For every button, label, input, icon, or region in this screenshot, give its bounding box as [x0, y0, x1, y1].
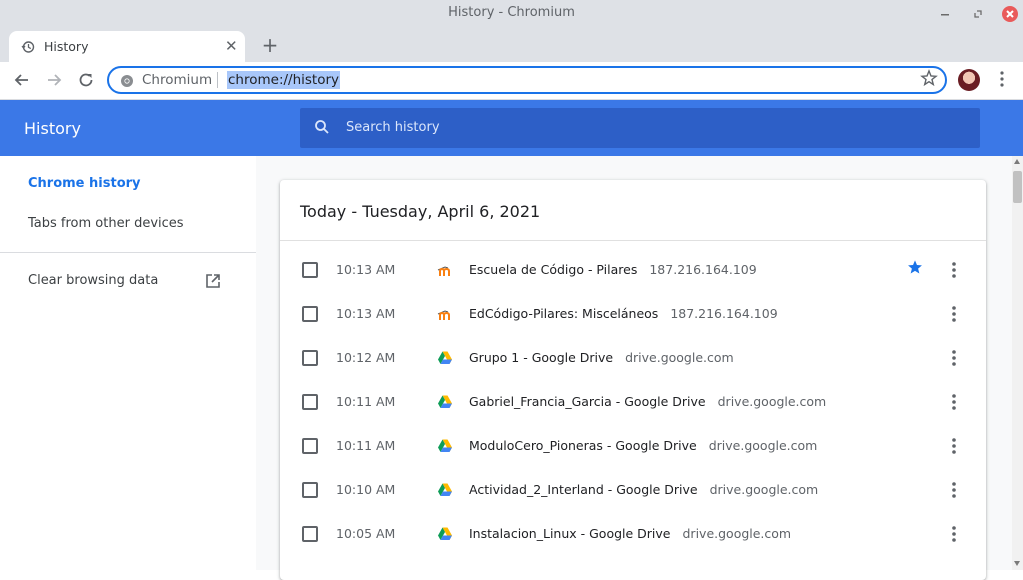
row-time: 10:10 AM [336, 482, 396, 497]
browser-toolbar: Chromium chrome://history [0, 62, 1023, 100]
history-row[interactable]: 10:05 AM Instalacion_Linux - Google Driv… [280, 512, 986, 556]
row-time: 10:11 AM [336, 394, 396, 409]
sidebar-item-chrome-history[interactable]: Chrome history [28, 176, 141, 191]
row-domain: 187.216.164.109 [670, 306, 778, 321]
history-sidebar: Chrome history Tabs from other devices C… [0, 156, 256, 570]
row-title-line[interactable]: ModuloCero_Pioneras - Google Drive drive.… [469, 438, 817, 453]
restore-icon[interactable] [970, 6, 986, 22]
row-domain: drive.google.com [625, 350, 734, 365]
row-title[interactable]: Grupo 1 - Google Drive [469, 350, 613, 365]
back-arrow-icon[interactable] [12, 70, 32, 90]
row-title[interactable]: Escuela de Código - Pilares [469, 262, 637, 277]
history-row[interactable]: 10:13 AM EdCódigo-Pilares: Misceláneos 18… [280, 292, 986, 336]
history-row[interactable]: 10:13 AM Escuela de Código - Pilares 187.… [280, 248, 986, 292]
row-title[interactable]: EdCódigo-Pilares: Misceláneos [469, 306, 658, 321]
more-actions-icon[interactable] [944, 436, 964, 456]
row-checkbox[interactable] [302, 526, 318, 542]
row-title-line[interactable]: EdCódigo-Pilares: Misceláneos 187.216.164… [469, 306, 778, 321]
history-row[interactable]: 10:12 AM Grupo 1 - Google Drive drive.goo… [280, 336, 986, 380]
google-drive-icon [437, 438, 453, 454]
tab-close-icon[interactable]: ✕ [225, 37, 238, 55]
moodle-icon [437, 262, 453, 278]
search-history-input[interactable]: Search history [300, 108, 980, 148]
page-title: History [24, 119, 81, 138]
more-actions-icon[interactable] [944, 480, 964, 500]
row-domain: 187.216.164.109 [649, 262, 757, 277]
search-placeholder: Search history [346, 120, 440, 135]
minimize-icon[interactable] [937, 6, 953, 22]
sidebar-item-tabs-other-devices[interactable]: Tabs from other devices [28, 216, 184, 231]
history-icon [21, 39, 35, 53]
chromium-icon [120, 73, 134, 87]
scrollbar-thumb[interactable] [1013, 171, 1022, 203]
sidebar-divider [0, 252, 256, 253]
row-checkbox[interactable] [302, 306, 318, 322]
row-title[interactable]: ModuloCero_Pioneras - Google Drive [469, 438, 697, 453]
more-actions-icon[interactable] [944, 260, 964, 280]
more-actions-icon[interactable] [944, 392, 964, 412]
row-title[interactable]: Actividad_2_Interland - Google Drive [469, 482, 698, 497]
google-drive-icon [437, 350, 453, 366]
row-time: 10:05 AM [336, 526, 396, 541]
row-checkbox[interactable] [302, 438, 318, 454]
address-separator [217, 72, 218, 88]
row-checkbox[interactable] [302, 350, 318, 366]
history-header: History Search history [0, 100, 1023, 156]
row-domain: drive.google.com [682, 526, 792, 541]
row-title-line[interactable]: Gabriel_Francia_Garcia - Google Drive dri… [469, 394, 826, 409]
scroll-down-arrow-icon[interactable] [1014, 561, 1020, 566]
history-content: Today - Tuesday, April 6, 2021 10:13 AM … [256, 156, 1012, 580]
google-drive-icon [437, 482, 453, 498]
row-title[interactable]: Gabriel_Francia_Garcia - Google Drive [469, 394, 706, 409]
close-icon[interactable] [1002, 6, 1018, 22]
search-icon [314, 119, 330, 135]
row-domain: drive.google.com [708, 438, 818, 453]
history-row[interactable]: 10:10 AM Actividad_2_Interland - Google … [280, 468, 986, 512]
row-time: 10:13 AM [336, 262, 396, 277]
card-divider [280, 240, 986, 241]
history-card: Today - Tuesday, April 6, 2021 10:13 AM … [280, 180, 986, 580]
window-title: History - Chromium [448, 5, 575, 20]
row-checkbox[interactable] [302, 394, 318, 410]
row-time: 10:13 AM [336, 306, 396, 321]
more-actions-icon[interactable] [944, 524, 964, 544]
page-scrollbar[interactable] [1012, 156, 1023, 570]
more-vert-icon[interactable] [996, 69, 1008, 93]
row-title-line[interactable]: Escuela de Código - Pilares 187.216.164.1… [469, 262, 757, 277]
more-actions-icon[interactable] [944, 304, 964, 324]
row-title-line[interactable]: Instalacion_Linux - Google Drive drive.go… [469, 526, 791, 541]
row-time: 10:11 AM [336, 438, 396, 453]
sidebar-item-clear-browsing-data[interactable]: Clear browsing data [28, 273, 158, 288]
star-outline-icon[interactable] [920, 69, 938, 92]
row-checkbox[interactable] [302, 482, 318, 498]
forward-arrow-icon[interactable] [44, 70, 64, 90]
moodle-icon [437, 306, 453, 322]
tab-title: History [44, 39, 89, 54]
more-actions-icon[interactable] [944, 348, 964, 368]
history-row[interactable]: 10:11 AM Gabriel_Francia_Garcia - Google… [280, 380, 986, 424]
row-checkbox[interactable] [302, 262, 318, 278]
window-titlebar: History - Chromium [0, 0, 1023, 28]
scroll-up-arrow-icon[interactable] [1014, 159, 1020, 164]
reload-icon[interactable] [76, 70, 96, 90]
row-title[interactable]: Instalacion_Linux - Google Drive [469, 526, 671, 541]
profile-avatar[interactable] [958, 69, 980, 91]
row-title-line[interactable]: Grupo 1 - Google Drive drive.google.com [469, 350, 734, 365]
row-time: 10:12 AM [336, 350, 396, 365]
row-domain: drive.google.com [717, 394, 827, 409]
address-bar[interactable]: Chromium chrome://history [107, 66, 947, 94]
day-heading: Today - Tuesday, April 6, 2021 [300, 202, 541, 221]
new-tab-button[interactable]: + [261, 33, 279, 57]
history-row[interactable]: 10:11 AM ModuloCero_Pioneras - Google Dr… [280, 424, 986, 468]
google-drive-icon [437, 526, 453, 542]
row-domain: drive.google.com [709, 482, 819, 497]
google-drive-icon [437, 394, 453, 410]
site-chip-label: Chromium [142, 72, 213, 88]
tab-history[interactable]: History ✕ [9, 31, 245, 62]
row-title-line[interactable]: Actividad_2_Interland - Google Drive driv… [469, 482, 818, 497]
open-in-new-icon[interactable] [204, 272, 222, 290]
url-text[interactable]: chrome://history [227, 71, 341, 89]
tab-strip: History ✕ + [0, 28, 1023, 62]
bookmarked-star-icon[interactable] [907, 259, 923, 279]
